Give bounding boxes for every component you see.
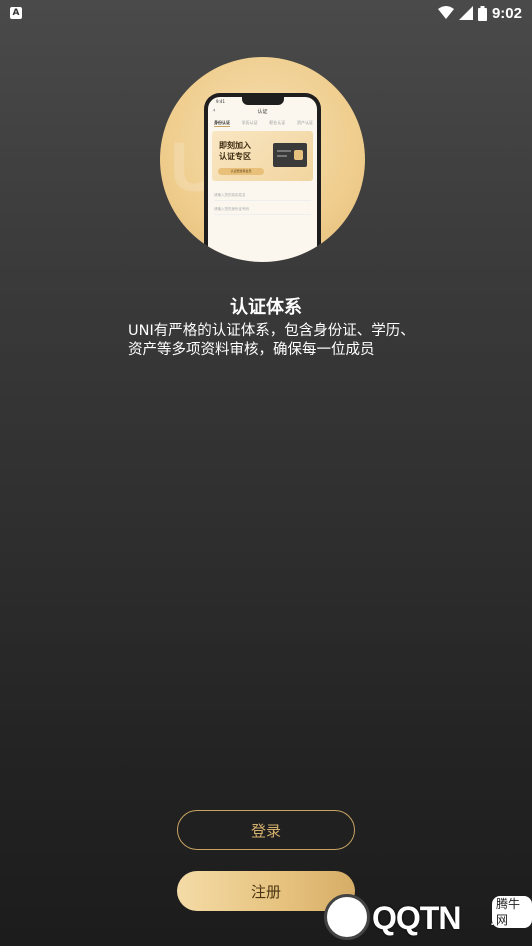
id-card-line	[277, 155, 287, 157]
phone-field-id: 请输入您的身份证号码	[214, 203, 311, 215]
phone-tab: 学历认证	[241, 120, 258, 125]
phone-banner: 即刻加入 认证专区 认证赠送真会员	[212, 131, 313, 181]
phone-tabs: 身份认证 学历认证 职业认证 资产认证	[214, 120, 313, 127]
id-card-avatar	[294, 150, 303, 160]
phone-notch	[242, 97, 284, 105]
wifi-icon	[437, 6, 454, 19]
id-card-icon	[273, 143, 307, 167]
phone-time: 9:41	[216, 99, 225, 104]
phone-banner-button: 认证赠送真会员	[218, 168, 264, 175]
phone-banner-title-line1: 即刻加入	[219, 141, 251, 150]
battery-icon	[477, 5, 487, 21]
phone-tab: 职业认证	[269, 120, 286, 125]
phone-banner-title: 即刻加入 认证专区	[219, 140, 251, 162]
hero-illustration: UNI 9:41 ‹ 认证 身份认证 学历认证 职业认证 资产认证 即刻加入 认…	[160, 57, 365, 262]
signal-icon	[458, 6, 473, 20]
phone-field-name: 请输入您的真实姓名	[214, 189, 311, 201]
phone-tab: 身份认证	[214, 120, 230, 127]
phone-tab: 资产认证	[296, 120, 313, 125]
id-card-line	[277, 150, 291, 152]
notification-icon: A	[10, 7, 22, 19]
site-logo-badge: 腾牛网	[492, 896, 532, 928]
site-watermark-logo: QQTN .com 腾牛网	[322, 888, 532, 946]
status-bar: A 9:02	[0, 0, 532, 26]
status-time: 9:02	[491, 4, 522, 22]
phone-mockup: 9:41 ‹ 认证 身份认证 学历认证 职业认证 资产认证 即刻加入 认证专区 …	[204, 93, 321, 262]
page-description: UNI有严格的认证体系，包含身份证、学历、资产等多项资料审核，确保每一位成员	[128, 323, 415, 358]
login-button[interactable]: 登录	[177, 810, 355, 850]
phone-banner-title-line2: 认证专区	[219, 152, 251, 161]
site-logo-icon	[324, 894, 370, 940]
site-logo-text: QQTN	[372, 900, 461, 936]
phone-screen: 9:41 ‹ 认证 身份认证 学历认证 职业认证 资产认证 即刻加入 认证专区 …	[208, 97, 317, 262]
page-title: 认证体系	[230, 297, 302, 318]
phone-header: 认证	[257, 109, 268, 115]
